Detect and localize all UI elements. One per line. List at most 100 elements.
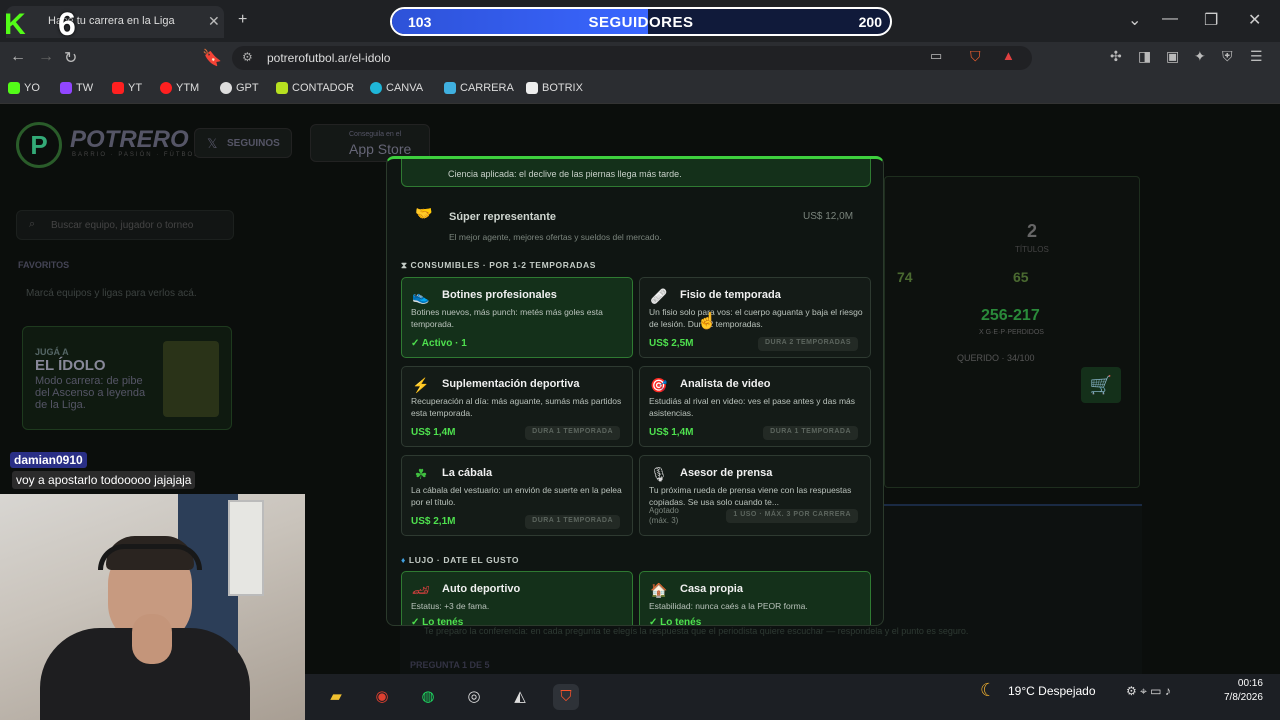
- bookmark-carrera[interactable]: CARRERA: [444, 82, 514, 94]
- career-stats-panel: 2 TÍTULOS 74 65 256-217 X G·E·P·PERDIDOS…: [884, 176, 1140, 488]
- lightning-icon: ⚡: [412, 377, 430, 393]
- chatgpt-icon: [220, 82, 232, 94]
- browser-tab-bar: Hacé tu carrera en la Liga ✕ K 6 + 103 S…: [0, 0, 1280, 42]
- kick-logo: K: [4, 8, 26, 41]
- house-icon: 🏠: [650, 582, 668, 598]
- site-settings-icon[interactable]: ⚙: [242, 50, 253, 64]
- followers-label: SEGUIDORES: [588, 14, 694, 31]
- extensions-icon[interactable]: ✣: [1110, 48, 1122, 65]
- buy-analista-button[interactable]: DURA 1 TEMPORADA: [763, 426, 858, 440]
- file-explorer-icon[interactable]: ▰: [323, 684, 349, 710]
- x-logo-icon: 𝕏: [207, 136, 218, 151]
- weather-text[interactable]: 19°C Despejado: [1008, 684, 1096, 698]
- bandage-icon: 🩹: [650, 288, 668, 304]
- item-suplementacion[interactable]: ⚡ Suplementación deportiva Recuperación …: [401, 366, 633, 447]
- hourglass-icon: ⧗: [401, 260, 411, 270]
- seguinos-button[interactable]: 𝕏 SEGUINOS: [194, 128, 292, 158]
- person-hand: [132, 614, 172, 664]
- chrome-icon[interactable]: ◉: [369, 684, 395, 710]
- wallet-icon[interactable]: ▣: [1166, 48, 1179, 65]
- potrero-logo-icon[interactable]: P: [16, 122, 62, 168]
- diamond-icon: ♦: [401, 555, 409, 565]
- target-icon: 🎯: [650, 377, 668, 393]
- bookmarks-bar: YO TW YT YTM GPT CONTADOR CANVA CARRERA …: [0, 74, 1280, 104]
- bookmark-yo[interactable]: YO: [8, 82, 40, 94]
- brave-rewards-icon[interactable]: ▲: [1002, 48, 1015, 63]
- url-field[interactable]: ⚙ potrerofutbol.ar/el-idolo: [232, 46, 1032, 70]
- site-brand-sub: BARRIO · PASIÓN · FÚTBOL: [72, 152, 200, 158]
- spotify-icon[interactable]: ◍: [415, 684, 441, 710]
- buy-cabala-button[interactable]: DURA 1 TEMPORADA: [525, 515, 620, 529]
- reload-icon[interactable]: ↻: [64, 48, 77, 68]
- contador-icon: [276, 82, 288, 94]
- bookmark-tw[interactable]: TW: [60, 82, 93, 94]
- back-icon[interactable]: ←: [10, 48, 26, 66]
- item-analista[interactable]: 🎯 Analista de video Estudiás al rival en…: [639, 366, 871, 447]
- forward-icon[interactable]: →: [38, 48, 54, 66]
- section-lujo: ♦ LUJO · DATE EL GUSTO: [401, 555, 520, 565]
- item-fisio[interactable]: 🩹 Fisio de temporada Un fisio solo para …: [639, 277, 871, 358]
- bookmark-gpt[interactable]: GPT: [220, 82, 259, 94]
- vpn-icon[interactable]: ⛨: [1222, 48, 1233, 65]
- bookmark-canva[interactable]: CANVA: [370, 82, 423, 94]
- streamlabs-icon[interactable]: ◭: [507, 684, 533, 710]
- sidebar-icon[interactable]: ◨: [1138, 48, 1151, 65]
- item-auto-deportivo[interactable]: 🏎 Auto deportivo Estatus: +3 de fama. ✓ …: [401, 571, 633, 625]
- restore-icon[interactable]: ❐: [1204, 10, 1218, 30]
- overlay-number: 6: [58, 6, 76, 42]
- mouse-cursor-icon: ☝: [697, 313, 717, 330]
- microphone-icon: 🎙: [650, 466, 668, 482]
- browser-tab[interactable]: Hacé tu carrera en la Liga ✕: [6, 6, 224, 38]
- followers-goal: 200: [858, 14, 882, 30]
- headset-icon: [98, 544, 202, 570]
- brave-taskbar-icon[interactable]: ⛉: [553, 684, 579, 710]
- site-brand[interactable]: POTRERO: [70, 126, 189, 154]
- item-botines[interactable]: 👟 Botines profesionales Botines nuevos, …: [401, 277, 633, 358]
- el-idolo-promo[interactable]: JUGÁ A EL ÍDOLO Modo carrera: de pibe de…: [22, 326, 232, 430]
- followers-goal-bar: 103 SEGUIDORES 200: [390, 7, 892, 36]
- car-icon: 🏎: [412, 582, 430, 598]
- item-asesor-prensa[interactable]: 🎙 Asesor de prensa Tu próxima rueda de p…: [639, 455, 871, 536]
- bookmark-icon[interactable]: 🔖: [202, 48, 222, 68]
- bookmark-ytm[interactable]: YTM: [160, 82, 199, 94]
- minimize-icon[interactable]: —: [1162, 10, 1178, 28]
- new-tab-icon[interactable]: +: [238, 11, 247, 29]
- buy-suplementacion-button[interactable]: DURA 1 TEMPORADA: [525, 426, 620, 440]
- boot-icon: 👟: [412, 288, 430, 304]
- youtube-music-icon: [160, 82, 172, 94]
- item-cabala[interactable]: ☘ La cábala La cábala del vestuario: un …: [401, 455, 633, 536]
- tray-icons[interactable]: ⚙ ⌖ ▭ ♪: [1126, 684, 1171, 699]
- bookmark-botrix[interactable]: BOTRIX: [526, 82, 583, 94]
- clover-icon: ☘: [414, 466, 428, 482]
- kick-icon: [8, 82, 20, 94]
- site-search-input[interactable]: ⌕ Buscar equipo, jugador o torneo: [16, 210, 234, 240]
- shop-modal: Ciencia aplicada: el declive de las pier…: [386, 156, 884, 626]
- close-window-icon[interactable]: ✕: [1248, 10, 1261, 30]
- buy-asesor-button[interactable]: 1 USO · MÁX. 3 POR CARRERA: [726, 509, 858, 523]
- buy-fisio-button[interactable]: DURA 2 TEMPORADAS: [757, 337, 858, 351]
- menu-icon[interactable]: ☰: [1250, 48, 1263, 65]
- close-tab-icon[interactable]: ✕: [208, 13, 220, 30]
- item-casa-propia[interactable]: 🏠 Casa propia Estabilidad: nunca caés a …: [639, 571, 871, 625]
- shop-cart-button[interactable]: 🛒: [1081, 367, 1121, 403]
- search-icon: ⌕: [29, 218, 36, 230]
- cast-icon[interactable]: ▭: [930, 48, 942, 64]
- favorites-header: FAVORITOS: [18, 260, 70, 270]
- canva-icon: [370, 82, 382, 94]
- brave-shield-icon[interactable]: ⛉: [970, 48, 981, 65]
- webcam-feed: [0, 494, 305, 720]
- handshake-icon: 🤝: [415, 205, 433, 221]
- carrera-icon: [444, 82, 456, 94]
- status-active: ✓ Activo · 1: [411, 338, 467, 349]
- leo-ai-icon[interactable]: ✦: [1194, 48, 1206, 65]
- address-bar-row: ← → ↻ 🔖 ⚙ potrerofutbol.ar/el-idolo ▭ ⛉ …: [0, 42, 1280, 74]
- taskbar-clock[interactable]: 00:16 7/8/2026: [1224, 677, 1263, 705]
- tab-search-icon[interactable]: ⌄: [1128, 10, 1141, 30]
- moon-icon: ☾: [980, 680, 997, 700]
- obs-icon[interactable]: ◎: [461, 684, 487, 710]
- url-text: potrerofutbol.ar/el-idolo: [267, 51, 391, 65]
- bookmark-contador[interactable]: CONTADOR: [276, 82, 354, 94]
- banner-card: Ciencia aplicada: el declive de las pier…: [401, 159, 871, 187]
- bookmark-yt[interactable]: YT: [112, 82, 142, 94]
- youtube-icon: [112, 82, 124, 94]
